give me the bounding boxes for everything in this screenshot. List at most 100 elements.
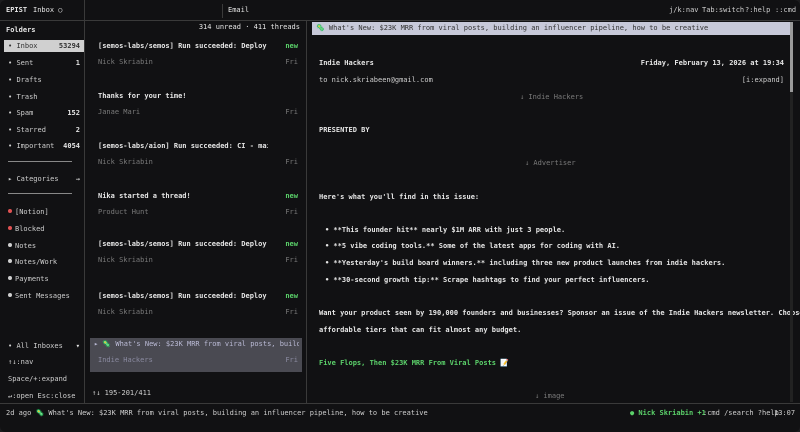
reader-scrollbar[interactable]: [790, 22, 793, 402]
thread-date: Fri: [285, 208, 298, 216]
categories-label: Categories: [16, 175, 59, 183]
sponsor-text: Want your product seen by 190,000 founde…: [319, 309, 800, 317]
bullet-icon: •: [8, 142, 13, 150]
label-name: Sent Messages: [15, 292, 70, 300]
scrollbar-thumb[interactable]: [790, 22, 793, 92]
label-dot-icon: [8, 226, 12, 230]
app-name: EPIST: [6, 6, 28, 14]
email-intro: Here's what you'll find in this issue:: [319, 193, 480, 201]
new-badge: new: [285, 42, 298, 50]
thread-row[interactable]: [semos-labs/aion] Run succeeded: CI - ma…: [90, 140, 302, 174]
thread-row[interactable]: [semos-labs/semos] Run succeeded: Deploy…: [90, 238, 302, 272]
folders-title: Folders: [6, 26, 36, 34]
chevron-down-icon: ▾: [75, 342, 80, 350]
divider: [306, 20, 307, 403]
all-inboxes-toggle[interactable]: • All Inboxes ▾: [4, 340, 84, 352]
thread-date: Fri: [285, 308, 298, 316]
label-dot-icon: [8, 209, 12, 213]
label-sent-messages[interactable]: Sent Messages: [4, 290, 84, 302]
label-payments[interactable]: Payments: [4, 273, 84, 285]
folder-spam[interactable]: • Spam 152: [4, 107, 84, 119]
email-sender: Indie Hackers: [319, 59, 374, 67]
app-window: EPIST Inbox ○ Email j/k:nav Tab:switch ?…: [0, 0, 800, 432]
presented-by-heading: PRESENTED BY: [319, 126, 370, 134]
divider: [84, 0, 85, 403]
folder-label: Inbox: [16, 42, 38, 50]
folder-count: 1: [75, 59, 80, 67]
list-item: • **Yesterday's build board winners.** i…: [325, 259, 726, 267]
folder-count: 2: [75, 126, 80, 134]
folder-important[interactable]: • Important 4054: [4, 140, 84, 152]
thread-row-selected[interactable]: ▸ 🦠 What's New: $23K MRR from viral post…: [90, 338, 302, 372]
folders-pane: Folders • Inbox 53294 • Sent 1 • Drafts • …: [0, 20, 84, 403]
help-nav: ↑↓:nav: [8, 358, 34, 366]
label-dot-icon: [8, 243, 12, 247]
label-notes-work[interactable]: Notes/Work: [4, 256, 84, 268]
image-placeholder[interactable]: ↓ image: [535, 392, 565, 400]
status-message: 2d ago 🦠 What's New: $23K MRR from viral…: [6, 409, 428, 417]
new-badge: new: [285, 240, 298, 248]
article-headline[interactable]: Five Flops, Then $23K MRR From Viral Pos…: [319, 359, 509, 367]
folder-drafts[interactable]: • Drafts: [4, 74, 84, 86]
arrow-right-icon: →: [75, 175, 80, 183]
label-name: Payments: [15, 275, 49, 283]
thread-row[interactable]: [semos-labs/semos] Run succeeded: Deploy…: [90, 40, 302, 74]
bullet-icon: •: [8, 59, 13, 67]
folder-starred[interactable]: • Starred 2: [4, 124, 84, 136]
thread-sender: Janae Mari: [98, 108, 141, 116]
label-name: Blocked: [15, 225, 45, 233]
thread-date: Fri: [285, 108, 298, 116]
folder-label: Sent: [16, 59, 34, 67]
label-blocked[interactable]: Blocked: [4, 223, 84, 235]
thread-sender: Nick Skriabin: [98, 256, 153, 264]
chevron-right-icon: ▸: [8, 175, 13, 183]
thread-row[interactable]: Nika started a thread! new Product Hunt Fri: [90, 190, 302, 224]
categories-toggle[interactable]: ▸ Categories →: [4, 173, 84, 185]
folder-trash[interactable]: • Trash: [4, 91, 84, 103]
folder-sent[interactable]: • Sent 1: [4, 57, 84, 69]
bullet-icon: •: [8, 126, 13, 134]
image-placeholder[interactable]: ↓ Indie Hackers: [520, 93, 583, 101]
folder-label: Starred: [16, 126, 46, 134]
status-bar: 2d ago 🦠 What's New: $23K MRR from viral…: [0, 403, 800, 424]
label-dot-icon: [8, 259, 12, 263]
thread-pagination: ↑↓ 195-201/411: [92, 389, 152, 397]
bullet-icon: •: [8, 342, 13, 350]
pane-title: Email: [228, 6, 250, 14]
all-inboxes-label: All Inboxes: [16, 342, 63, 350]
help-open-close: ↵:open Esc:close: [8, 392, 76, 400]
thread-row[interactable]: [semos-labs/semos] Run succeeded: Deploy…: [90, 290, 302, 324]
label-name: Notes: [15, 242, 37, 250]
expand-headers-button[interactable]: [i:expand]: [742, 76, 784, 84]
email-date: Friday, February 13, 2026 at 19:34: [640, 59, 784, 67]
list-item: • **30-second growth tip:** Scrape hasht…: [325, 276, 650, 284]
label-name: Notes/Work: [15, 258, 58, 266]
thread-subject: Thanks for your time!: [98, 92, 187, 100]
label-dot-icon: [8, 293, 12, 297]
thread-subject: [semos-labs/aion] Run succeeded: CI - ma…: [98, 142, 268, 150]
label-notion[interactable]: [Notion]: [4, 206, 84, 218]
folder-inbox[interactable]: • Inbox 53294: [4, 40, 84, 52]
inbox-indicator[interactable]: Inbox ○: [33, 6, 63, 14]
thread-date: Fri: [285, 256, 298, 264]
folder-label: Trash: [16, 93, 38, 101]
label-notes[interactable]: Notes: [4, 240, 84, 252]
divider: [222, 4, 223, 18]
account-indicator[interactable]: ● Nick Skriabin +1: [630, 409, 706, 417]
divider: [8, 161, 72, 162]
divider: [8, 193, 72, 194]
folder-label: Drafts: [16, 76, 42, 84]
bullet-icon: •: [8, 76, 13, 84]
help-expand: Space/+:expand: [8, 375, 68, 383]
label-name: [Notion]: [15, 208, 49, 216]
image-placeholder[interactable]: ↓ Advertiser: [525, 159, 576, 167]
thread-row[interactable]: Thanks for your time! Janae Mari Fri: [90, 90, 302, 124]
folder-label: Spam: [16, 109, 34, 117]
hint-help: ?:help: [745, 6, 771, 14]
list-item: • **5 vibe coding tools.** Some of the l…: [325, 242, 621, 250]
thread-date: Fri: [285, 356, 298, 364]
sponsor-text-cont: affordable tiers that can fit almost any…: [319, 326, 522, 334]
thread-list-pane: 314 unread · 411 threads [semos-labs/sem…: [86, 20, 306, 403]
thread-count-header: 314 unread · 411 threads: [198, 23, 300, 31]
new-badge: new: [285, 292, 298, 300]
